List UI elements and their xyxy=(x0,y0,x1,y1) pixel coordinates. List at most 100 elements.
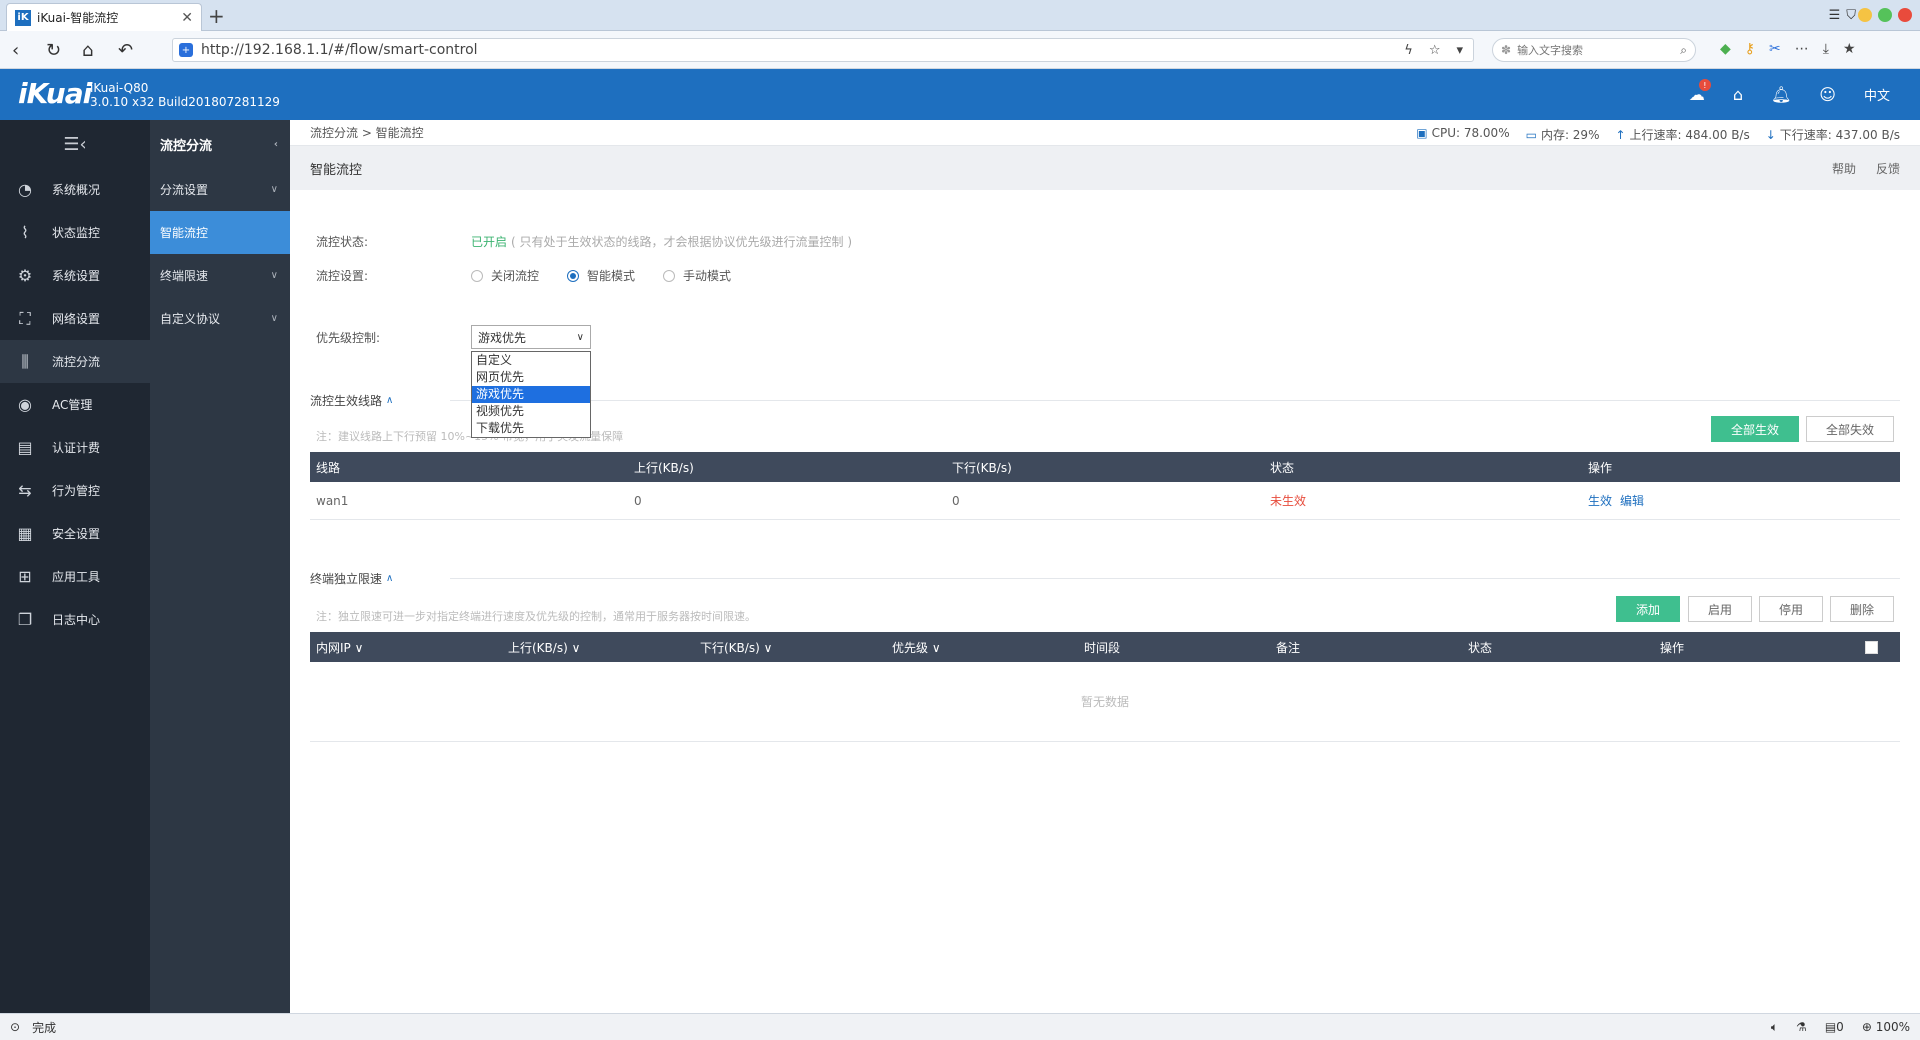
window-tools: ☰ ⛉ xyxy=(1829,8,1856,23)
option-download[interactable]: 下载优先 xyxy=(472,420,590,437)
sidebar-item-label: 流控分流 xyxy=(52,355,101,369)
add-button[interactable]: 添加 xyxy=(1616,596,1680,622)
maximize-icon[interactable] xyxy=(1878,8,1892,22)
col-ip[interactable]: 内网IP ∨ xyxy=(310,639,502,656)
sidebar-item-label: 状态监控 xyxy=(52,226,101,240)
subnav-item-diversion[interactable]: 分流设置 ∨ xyxy=(150,168,290,211)
search-icon[interactable]: ⌕ xyxy=(1680,43,1687,58)
flask-icon[interactable]: ⚗ xyxy=(1796,1020,1807,1035)
subnav-header: 流控分流 ‹ xyxy=(150,120,290,168)
col-up[interactable]: 上行(KB/s) ∨ xyxy=(502,639,694,656)
menu-toggle-icon[interactable]: ☰‹ xyxy=(0,120,150,168)
close-window-icon[interactable] xyxy=(1898,8,1912,22)
sidebar-item-4[interactable]: ⫼ 流控分流 xyxy=(0,340,150,383)
home-icon[interactable]: ⌂ xyxy=(82,40,93,61)
sidebar-item-label: 应用工具 xyxy=(52,570,101,584)
sidebar-item-2[interactable]: ⚙ 系统设置 xyxy=(0,254,150,297)
more-icon[interactable]: ⋯ xyxy=(1795,41,1809,57)
tab-close-icon[interactable]: ✕ xyxy=(181,10,193,26)
radio-button[interactable] xyxy=(471,269,483,282)
new-tab-icon[interactable]: + xyxy=(208,4,225,28)
language-switch[interactable]: 中文 xyxy=(1864,85,1890,104)
dashboard-icon: ◔ xyxy=(18,180,32,199)
key-icon[interactable]: ⚷ xyxy=(1745,41,1755,57)
subnav-item-custom-protocol[interactable]: 自定义协议 ∨ xyxy=(150,297,290,340)
edit-link[interactable]: 编辑 xyxy=(1620,494,1644,508)
option-web[interactable]: 网页优先 xyxy=(472,369,590,386)
table-row: wan1 0 0 未生效 生效 编辑 xyxy=(310,482,1900,520)
sidebar-item-5[interactable]: ◉ AC管理 xyxy=(0,383,150,426)
col-priority[interactable]: 优先级 ∨ xyxy=(886,639,1078,656)
option-game[interactable]: 游戏优先 xyxy=(472,386,590,403)
home-icon[interactable]: ⌂ xyxy=(1733,85,1743,104)
priority-select[interactable]: 游戏优先 ∨ xyxy=(471,325,591,349)
subnav-label: 终端限速 xyxy=(160,269,209,283)
terminal-section-title[interactable]: 终端独立限速 ∧ xyxy=(310,570,393,587)
subnav-item-smart-control[interactable]: 智能流控 xyxy=(150,211,290,254)
delete-button[interactable]: 删除 xyxy=(1830,596,1894,622)
reload-icon[interactable]: ↻ xyxy=(46,40,61,61)
bell-icon[interactable]: 🔔︎ xyxy=(1771,85,1791,104)
select-all-checkbox[interactable] xyxy=(1864,640,1878,654)
disable-button[interactable]: 停用 xyxy=(1759,596,1823,622)
enable-all-button[interactable]: 全部生效 xyxy=(1711,416,1799,442)
sidebar-item-8[interactable]: ▦ 安全设置 xyxy=(0,512,150,555)
feedback-link[interactable]: 反馈 xyxy=(1876,160,1900,177)
option-video[interactable]: 视频优先 xyxy=(472,403,590,420)
url-field[interactable]: + http://192.168.1.1/#/flow/smart-contro… xyxy=(172,38,1474,62)
radio-button[interactable] xyxy=(663,269,676,282)
sidebar-item-10[interactable]: ❐ 日志中心 xyxy=(0,598,150,641)
sidebar-item-1[interactable]: ⌇ 状态监控 xyxy=(0,211,150,254)
disable-all-button[interactable]: 全部失效 xyxy=(1806,416,1894,442)
download-icon[interactable]: ⤓ xyxy=(1823,41,1829,57)
subnav-item-terminal-limit[interactable]: 终端限速 ∨ xyxy=(150,254,290,297)
lines-section-title[interactable]: 流控生效线路 ∧ xyxy=(310,392,393,409)
scissors-icon[interactable]: ✂ xyxy=(1769,41,1781,57)
radio-label: 关闭流控 xyxy=(491,269,540,283)
col-down[interactable]: 下行(KB/s) ∨ xyxy=(694,639,886,656)
radio-button[interactable] xyxy=(567,269,580,282)
user-icon[interactable]: ☺ xyxy=(1819,85,1836,104)
sidebar-item-9[interactable]: ⊞ 应用工具 xyxy=(0,555,150,598)
undo-icon[interactable]: ↶ xyxy=(118,40,133,61)
browser-tab[interactable]: iK iKuai-智能流控 ✕ xyxy=(6,3,202,31)
search-box[interactable]: ✽ ⌕ xyxy=(1492,38,1696,62)
cell-down: 0 xyxy=(952,493,960,508)
shirt-icon[interactable]: ⛉ xyxy=(1846,8,1856,23)
device-info: iKuai-Q80 3.0.10 x32 Build201807281129 xyxy=(90,81,280,109)
sidebar-item-7[interactable]: ⇆ 行为管控 xyxy=(0,469,150,512)
leaf-icon[interactable]: ◆ xyxy=(1720,41,1731,57)
mode-row: 流控设置: 关闭流控 智能模式 手动模式 xyxy=(316,267,759,284)
chevron-down-icon[interactable]: ▾ xyxy=(1456,43,1463,58)
col-up: 上行(KB/s) xyxy=(634,460,694,475)
collapse-icon[interactable]: ‹ xyxy=(274,139,278,150)
zoom-control[interactable]: ⊕ 100% xyxy=(1862,1020,1910,1035)
radio-manual[interactable]: 手动模式 xyxy=(663,267,731,284)
star-icon[interactable]: ☆ xyxy=(1429,43,1441,58)
memory-stat: ▭ 内存: 29% xyxy=(1526,126,1600,143)
cloud-icon[interactable]: ☁! xyxy=(1689,79,1711,104)
bookmark-star-icon[interactable]: ★ xyxy=(1843,41,1856,57)
back-icon[interactable]: ‹ xyxy=(12,40,19,61)
search-input[interactable] xyxy=(1517,43,1681,57)
sidebar-item-6[interactable]: ▤ 认证计费 xyxy=(0,426,150,469)
radio-smart[interactable]: 智能模式 xyxy=(567,267,635,284)
url-text[interactable]: http://192.168.1.1/#/flow/smart-control xyxy=(201,42,1404,58)
sidebar-item-0[interactable]: ◔ 系统概况 xyxy=(0,168,150,211)
option-custom[interactable]: 自定义 xyxy=(472,352,590,369)
enable-button[interactable]: 启用 xyxy=(1688,596,1752,622)
speaker-icon[interactable]: 🔈︎ xyxy=(1771,1020,1778,1035)
sidebar-item-3[interactable]: ⛶ 网络设置 xyxy=(0,297,150,340)
enable-link[interactable]: 生效 xyxy=(1588,494,1612,508)
divider xyxy=(450,578,1900,579)
radio-off[interactable]: 关闭流控 xyxy=(471,267,539,284)
menu-icon[interactable]: ☰ xyxy=(1829,8,1841,23)
lightning-icon[interactable]: ϟ xyxy=(1404,43,1413,58)
divider xyxy=(450,400,1900,401)
counter[interactable]: ▤0 xyxy=(1825,1020,1844,1035)
col-status: 状态 xyxy=(1270,460,1295,475)
help-link[interactable]: 帮助 xyxy=(1832,160,1856,177)
col-remark: 备注 xyxy=(1276,640,1301,655)
minimize-icon[interactable] xyxy=(1858,8,1872,22)
col-down: 下行(KB/s) xyxy=(952,460,1012,475)
